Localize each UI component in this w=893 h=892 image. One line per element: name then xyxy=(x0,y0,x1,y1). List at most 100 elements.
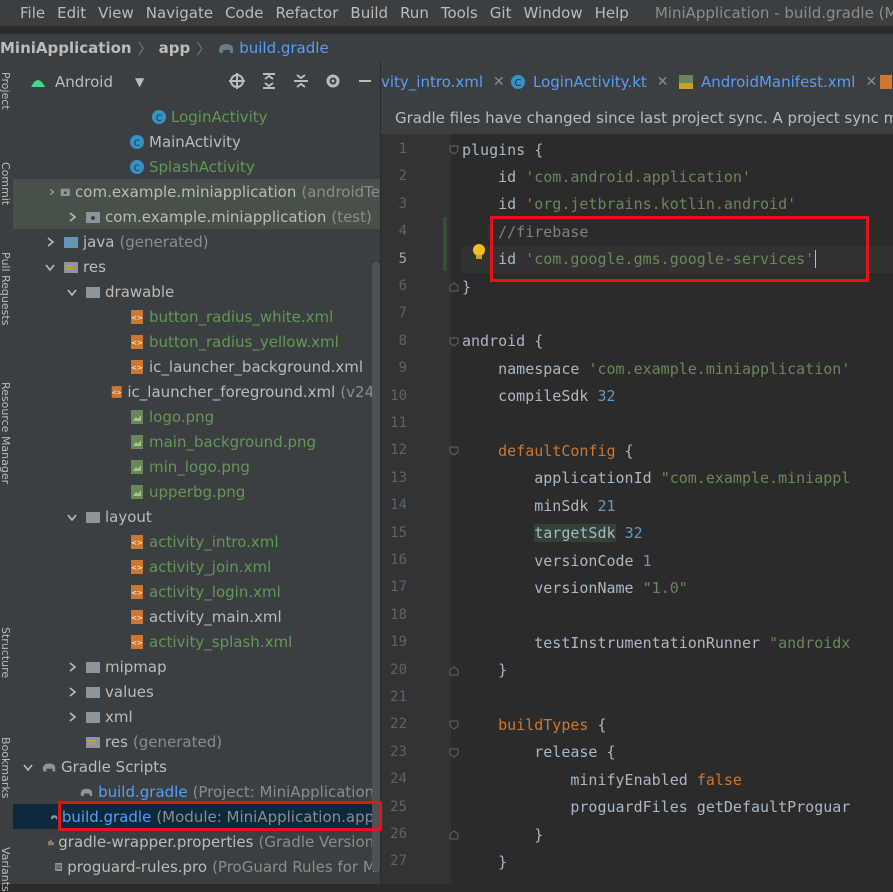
tree-item[interactable]: C SplashActivity xyxy=(13,154,380,179)
code-line[interactable]: } xyxy=(462,821,543,848)
tree-item[interactable]: min_logo.png xyxy=(13,454,380,479)
tool-tab-project[interactable]: Project xyxy=(0,72,12,110)
menu-view[interactable]: View xyxy=(92,4,140,22)
code-line[interactable]: namespace 'com.example.miniapplication' xyxy=(462,355,850,382)
tool-tab-commit[interactable]: Commit xyxy=(0,162,12,205)
breadcrumb-module[interactable]: app xyxy=(159,39,191,57)
code-line[interactable]: proguardFiles getDefaultProguar xyxy=(462,794,850,821)
tree-item[interactable]: C MainActivity xyxy=(13,129,380,154)
menu-refactor[interactable]: Refactor xyxy=(269,4,344,22)
chevron-right-icon[interactable] xyxy=(65,660,79,674)
tree-scrollbar[interactable] xyxy=(372,262,380,872)
breadcrumb-project[interactable]: MiniApplication xyxy=(0,39,132,57)
tab-android-manifest[interactable]: AndroidManifest.xml ✕ xyxy=(677,62,877,102)
chevron-down-icon[interactable] xyxy=(21,760,35,774)
code-line[interactable]: versionName "1.0" xyxy=(462,574,688,601)
chevron-right-icon[interactable] xyxy=(65,685,79,699)
tree-item[interactable]: proguard-rules.pro (ProGuard Rules for Mi xyxy=(13,854,380,879)
code-line[interactable]: plugins { xyxy=(462,136,543,163)
code-line[interactable]: minifyEnabled false xyxy=(462,766,742,793)
tree-item[interactable]: layout xyxy=(13,504,380,529)
tree-item[interactable]: upperbg.png xyxy=(13,479,380,504)
tree-item[interactable]: drawable xyxy=(13,279,380,304)
menu-code[interactable]: Code xyxy=(219,4,269,22)
tool-tab-structure[interactable]: Structure xyxy=(0,627,12,678)
code-line[interactable]: } xyxy=(462,848,507,875)
code-line[interactable]: testInstrumentationRunner "androidx xyxy=(462,629,850,656)
close-icon[interactable]: ✕ xyxy=(493,74,505,90)
expand-all-icon[interactable] xyxy=(260,72,278,90)
code-line[interactable]: id 'org.jetbrains.kotlin.android' xyxy=(462,191,796,218)
tool-tab-bookmarks[interactable]: Bookmarks xyxy=(0,737,12,798)
menu-help[interactable]: Help xyxy=(589,4,635,22)
tool-tab-resource-manager[interactable]: Resource Manager xyxy=(0,382,12,484)
breadcrumb-file[interactable]: build.gradle xyxy=(239,39,328,57)
tree-item[interactable]: <> activity_join.xml xyxy=(13,554,380,579)
minimize-icon[interactable] xyxy=(356,72,374,90)
tree-item[interactable]: values xyxy=(13,679,380,704)
file-icon[interactable] xyxy=(879,73,893,91)
tree-item[interactable]: logo.png xyxy=(13,404,380,429)
lightbulb-icon[interactable] xyxy=(471,243,487,261)
chevron-down-icon[interactable] xyxy=(65,285,79,299)
menu-window[interactable]: Window xyxy=(517,4,588,22)
menu-git[interactable]: Git xyxy=(484,4,518,22)
tree-item[interactable]: <> activity_main.xml xyxy=(13,604,380,629)
tree-item[interactable]: res (generated) xyxy=(13,729,380,754)
tab-activity-intro[interactable]: vity_intro.xml ✕ xyxy=(381,62,505,102)
close-icon[interactable]: ✕ xyxy=(657,74,669,90)
tree-item[interactable]: <> ic_launcher_background.xml xyxy=(13,354,380,379)
tree-item[interactable]: main_background.png xyxy=(13,429,380,454)
chevron-down-icon[interactable] xyxy=(43,260,57,274)
chevron-down-icon[interactable] xyxy=(65,510,79,524)
tree-item[interactable]: <> activity_intro.xml xyxy=(13,529,380,554)
code-line[interactable]: } xyxy=(462,273,471,300)
tree-item[interactable]: <> activity_splash.xml xyxy=(13,629,380,654)
code-line[interactable]: android { xyxy=(462,328,543,355)
code-line[interactable]: } xyxy=(462,657,507,684)
gear-icon[interactable] xyxy=(324,72,342,90)
chevron-right-icon[interactable] xyxy=(47,185,56,199)
menu-run[interactable]: Run xyxy=(394,4,435,22)
code-line[interactable]: applicationId "com.example.miniappl xyxy=(462,465,850,492)
tool-tab-pull-requests[interactable]: Pull Requests xyxy=(0,252,12,325)
code-line[interactable]: minSdk 21 xyxy=(462,492,615,519)
chevron-right-icon[interactable] xyxy=(65,210,79,224)
code-line[interactable]: id 'com.android.application' xyxy=(462,163,751,190)
code-line[interactable]: release { xyxy=(462,739,615,766)
tree-item[interactable]: res xyxy=(13,254,380,279)
code-line[interactable]: buildTypes { xyxy=(462,711,606,738)
chevron-right-icon[interactable] xyxy=(65,710,79,724)
locate-icon[interactable] xyxy=(228,72,246,90)
chevron-right-icon[interactable] xyxy=(43,235,57,249)
menu-edit[interactable]: Edit xyxy=(51,4,92,22)
menu-navigate[interactable]: Navigate xyxy=(140,4,219,22)
tree-item[interactable]: java (generated) xyxy=(13,229,380,254)
code-line[interactable]: targetSdk 32 xyxy=(462,520,643,547)
vcs-change-marker[interactable] xyxy=(443,217,447,271)
tree-item[interactable]: xml xyxy=(13,704,380,729)
tree-item[interactable]: <> button_radius_yellow.xml xyxy=(13,329,380,354)
tool-tab-variants[interactable]: Variants xyxy=(0,847,12,892)
menu-file[interactable]: File xyxy=(14,4,51,22)
tree-item[interactable]: <> button_radius_white.xml xyxy=(13,304,380,329)
code-line[interactable]: versionCode 1 xyxy=(462,547,651,574)
tree-item-label: upperbg.png xyxy=(149,482,246,501)
tree-item[interactable]: <> ic_launcher_foreground.xml (v24) xyxy=(13,379,380,404)
menu-tools[interactable]: Tools xyxy=(435,4,484,22)
close-icon[interactable]: ✕ xyxy=(865,74,877,90)
code-line[interactable]: defaultConfig { xyxy=(462,437,633,464)
tree-item[interactable]: Gradle Scripts xyxy=(13,754,380,779)
tree-item[interactable]: <> activity_login.xml xyxy=(13,579,380,604)
tree-item[interactable]: com.example.miniapplication (androidTe xyxy=(13,179,380,204)
chevron-down-icon[interactable]: ▼ xyxy=(135,75,144,89)
collapse-all-icon[interactable] xyxy=(292,72,310,90)
tree-item[interactable]: mipmap xyxy=(13,654,380,679)
tree-item[interactable]: com.example.miniapplication (test) xyxy=(13,204,380,229)
tree-item[interactable]: C LoginActivity xyxy=(13,104,380,129)
tab-login-activity[interactable]: C LoginActivity.kt ✕ xyxy=(509,62,669,102)
code-line[interactable]: compileSdk 32 xyxy=(462,383,615,410)
menu-build[interactable]: Build xyxy=(344,4,394,22)
project-view-selector[interactable]: Android xyxy=(55,73,113,91)
tree-item[interactable]: gradle-wrapper.properties (Gradle Version… xyxy=(13,829,380,854)
